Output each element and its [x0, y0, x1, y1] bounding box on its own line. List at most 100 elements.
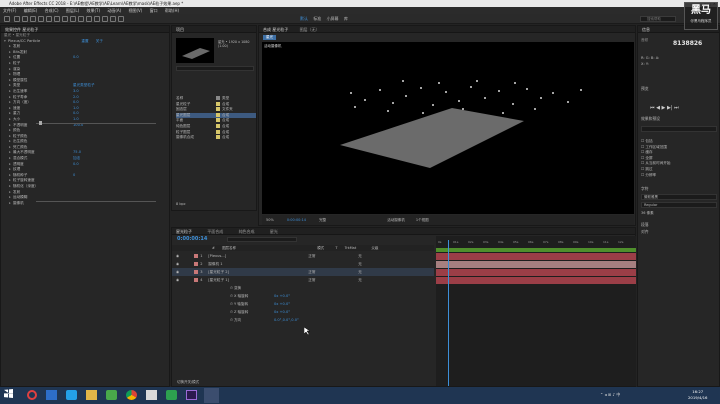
tab-project[interactable]: 项目 — [176, 27, 184, 32]
layer-name[interactable]: [星光粒子 2] — [208, 268, 308, 276]
property-value[interactable]: 0.0 — [73, 111, 79, 115]
layer-bar-3[interactable] — [436, 269, 636, 276]
menu-animation[interactable]: 动画(A) — [107, 8, 121, 13]
preview-option[interactable]: ☐ 分辨率 — [641, 173, 719, 179]
transform-property-value[interactable]: 0.0°,0.0°,0.0° — [274, 318, 299, 322]
transform-property-row[interactable]: ⏱ Z 轴旋转 0x +0.0° — [172, 308, 434, 316]
taskbar-clock[interactable]: 16:27 2019/4/16 — [688, 389, 707, 401]
zoom-tool-icon[interactable] — [30, 16, 36, 22]
clone-tool-icon[interactable] — [94, 16, 100, 22]
about-button[interactable]: 关于 — [96, 39, 103, 43]
tab-effect-controls[interactable]: 效果控件 星光粒子 — [5, 27, 38, 32]
layer-row[interactable]: ◉ 3 [星光粒子 2] 正常无 — [172, 268, 434, 276]
menu-view[interactable]: 视图(V) — [128, 8, 142, 13]
project-item[interactable]: 摄像机合成 合成 — [176, 135, 256, 141]
label-color-swatch[interactable] — [216, 101, 220, 106]
label-color-swatch[interactable] — [216, 123, 220, 128]
layer-row[interactable]: ◉ 2 摄像机 1 无 — [172, 260, 434, 268]
label-color-swatch[interactable] — [216, 107, 220, 112]
layer-color-swatch[interactable] — [194, 278, 199, 282]
notepad-icon[interactable] — [146, 390, 157, 400]
font-size-field[interactable]: 36 像素 — [641, 211, 654, 216]
view-camera-dropdown[interactable]: 活动摄像机 — [387, 218, 405, 222]
layer-mode-dropdown[interactable]: 正常 — [308, 268, 358, 276]
help-search-input[interactable]: 搜索帮助 — [640, 16, 676, 22]
timeline-timecode[interactable]: 0:00:00:14 — [177, 236, 207, 242]
ie-icon[interactable] — [66, 390, 77, 400]
visibility-eye-icon[interactable]: ◉ — [176, 254, 180, 258]
menu-layer[interactable]: 图层(L) — [66, 8, 79, 13]
slider-track-2[interactable] — [36, 201, 156, 202]
pan-behind-tool-icon[interactable] — [54, 16, 60, 22]
transform-property-row[interactable]: ⏱ 变换 — [172, 284, 434, 292]
workspace-small[interactable]: 小屏幕 — [327, 16, 339, 21]
menu-help[interactable]: 帮助(H) — [165, 8, 179, 13]
search-app-icon[interactable] — [27, 390, 37, 400]
property-value[interactable]: 星光类型粒子 — [73, 83, 95, 87]
menu-effect[interactable]: 效果(T) — [86, 8, 100, 13]
layer-parent-dropdown[interactable]: 无 — [358, 270, 362, 274]
comp-flow-label[interactable]: 星光 — [263, 35, 276, 40]
layer-parent-dropdown[interactable]: 无 — [358, 262, 362, 266]
layer-bar-4[interactable] — [436, 277, 636, 284]
label-color-swatch[interactable] — [216, 129, 220, 134]
menu-edit[interactable]: 编辑(E) — [24, 8, 38, 13]
layer-row[interactable]: ◉ 1 [Plexus...] 正常无 — [172, 252, 434, 260]
layer-parent-dropdown[interactable]: 无 — [358, 278, 362, 282]
layer-color-swatch[interactable] — [194, 262, 199, 266]
viewer-timecode[interactable]: 0:00:00:14 — [287, 218, 306, 222]
workspace-default[interactable]: 默认 — [300, 16, 308, 21]
workspace-library[interactable]: 库 — [344, 16, 348, 21]
time-ruler[interactable]: 0s 01s 02s 03s 04s 05s 06s 07s 08s 09s 10s 11s 12s — [436, 240, 636, 248]
tab-layer[interactable]: 图层（无） — [300, 27, 320, 32]
start-icon[interactable] — [4, 389, 13, 398]
transform-property-value[interactable]: 0x +0.0° — [274, 302, 290, 306]
property-value[interactable]: 2.0 — [73, 95, 79, 99]
font-style-dropdown[interactable]: Regular — [641, 202, 717, 208]
explorer-icon[interactable] — [86, 390, 97, 400]
visibility-eye-icon[interactable]: ◉ — [176, 278, 180, 282]
after-effects-task-icon[interactable] — [204, 388, 219, 403]
layer-color-swatch[interactable] — [194, 270, 199, 274]
property-value[interactable]: 3.0 — [73, 89, 79, 93]
timeline-search-input[interactable] — [227, 237, 297, 242]
task-view-icon[interactable] — [46, 390, 57, 400]
menu-file[interactable]: 文件(F) — [3, 8, 16, 13]
playback-controls[interactable]: ⏮ ◀ ▶ ▶| ⏭ — [650, 105, 679, 111]
shape-tool-icon[interactable] — [62, 16, 68, 22]
transform-property-value[interactable]: 0x +0.0° — [274, 294, 290, 298]
property-value[interactable]: 1.0 — [73, 106, 79, 110]
label-color-swatch[interactable] — [216, 118, 220, 123]
label-color-swatch[interactable] — [216, 135, 220, 140]
effects-search-input[interactable] — [641, 126, 717, 132]
toggle-switches-label[interactable]: 切换开关/模式 — [177, 380, 199, 385]
layer-color-swatch[interactable] — [194, 254, 199, 258]
layer-name[interactable]: [Plexus...] — [208, 252, 308, 260]
menu-composition[interactable]: 合成(C) — [45, 8, 59, 13]
tray-icons[interactable]: ⌃ ◂ ⊞ ♪ 中 — [600, 392, 620, 398]
type-tool-icon[interactable] — [78, 16, 84, 22]
tab-timeline-1[interactable]: 平面合成 — [207, 229, 223, 234]
layer-name[interactable]: 摄像机 1 — [208, 260, 308, 268]
rotate-tool-icon[interactable] — [38, 16, 44, 22]
property-value[interactable]: 0.0 — [73, 55, 79, 59]
transform-property-value[interactable]: 0x +0.0° — [274, 310, 290, 314]
eraser-tool-icon[interactable] — [102, 16, 108, 22]
hand-tool-icon[interactable] — [22, 16, 28, 22]
layer-mode-dropdown[interactable]: 正常 — [308, 252, 358, 260]
visibility-eye-icon[interactable]: ◉ — [176, 270, 180, 274]
visibility-eye-icon[interactable]: ◉ — [176, 262, 180, 266]
layer-parent-dropdown[interactable]: 无 — [358, 254, 362, 258]
quality-dropdown[interactable]: 完整 — [319, 218, 326, 222]
tab-info[interactable]: 信息 — [642, 27, 650, 32]
property-value[interactable]: 0.0 — [73, 100, 79, 104]
zoom-dropdown[interactable]: 50% — [266, 218, 274, 222]
transform-property-row[interactable]: ⏱ Y 轴旋转 0x +0.0° — [172, 300, 434, 308]
workspace-standard[interactable]: 标准 — [313, 16, 321, 21]
pen-tool-icon[interactable] — [70, 16, 76, 22]
menu-window[interactable]: 窗口 — [150, 8, 158, 13]
composition-viewer[interactable]: 活动摄像机 — [262, 42, 634, 214]
camera-tool-icon[interactable] — [46, 16, 52, 22]
tab-timeline-3[interactable]: 星光 — [270, 229, 278, 234]
work-area-bar[interactable] — [436, 248, 636, 252]
